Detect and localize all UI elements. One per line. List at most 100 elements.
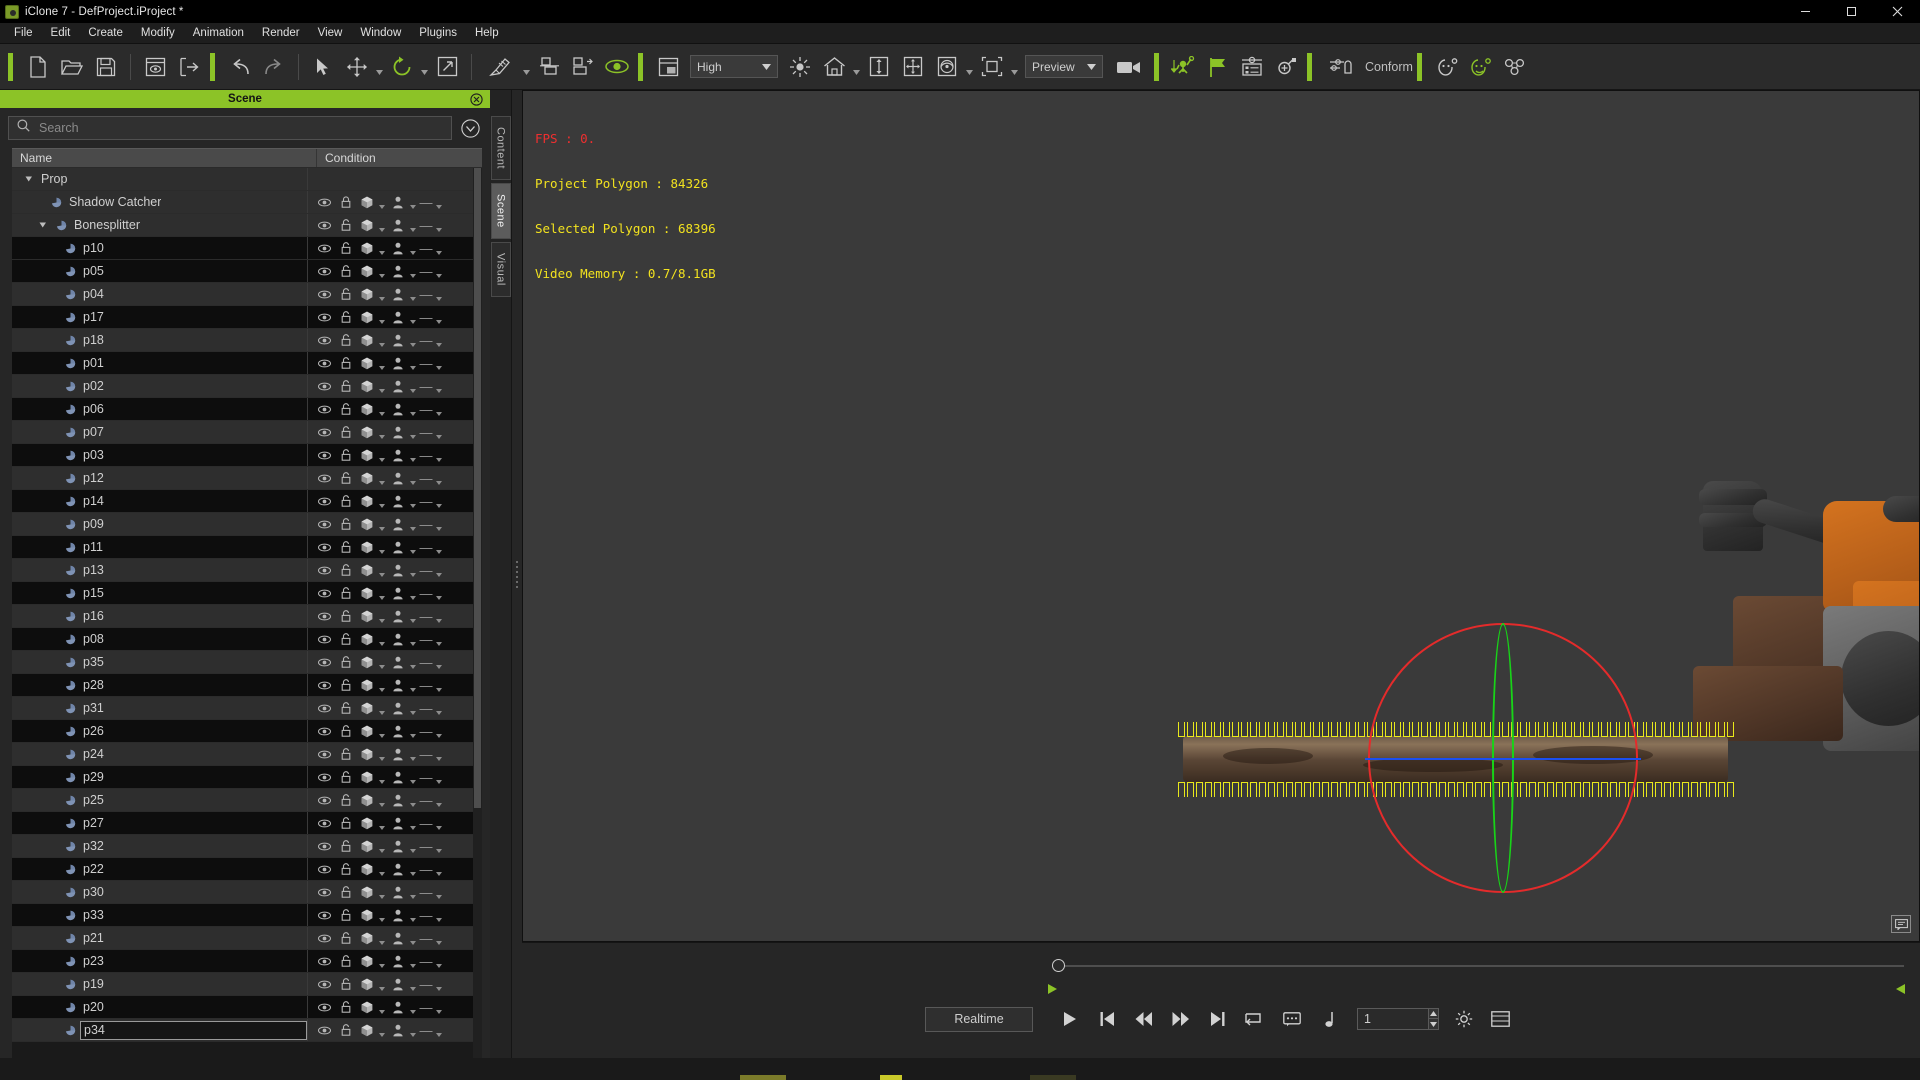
row-shadow-person-icon[interactable] — [387, 376, 408, 396]
sun-light-icon[interactable] — [783, 48, 817, 86]
menu-animation[interactable]: Animation — [184, 23, 253, 43]
save-floppy-icon[interactable] — [89, 48, 123, 86]
row-mesh-cube-icon[interactable] — [356, 629, 377, 649]
tree-row[interactable]: p15 — — [12, 582, 473, 605]
row-empty-dash[interactable]: — — [418, 333, 434, 348]
row-mesh-chevron-down-icon[interactable] — [377, 1020, 387, 1040]
row-shadow-person-icon[interactable] — [387, 675, 408, 695]
row-mesh-chevron-down-icon[interactable] — [377, 537, 387, 557]
row-extra-chevron-down-icon[interactable] — [434, 790, 444, 810]
tree-row-name-cell[interactable]: p06 — [12, 398, 308, 420]
row-shadow-chevron-down-icon[interactable] — [408, 744, 418, 764]
row-lock-open-icon[interactable] — [335, 238, 356, 258]
move-icon[interactable] — [340, 48, 374, 86]
row-shadow-person-icon[interactable] — [387, 721, 408, 741]
tree-row-name-cell[interactable]: p10 — [12, 237, 308, 259]
row-extra-chevron-down-icon[interactable] — [434, 583, 444, 603]
viewport-note-icon[interactable] — [1891, 915, 1911, 933]
row-mesh-chevron-down-icon[interactable] — [377, 307, 387, 327]
preferences-gear-icon[interactable] — [1447, 1005, 1480, 1033]
tree-row[interactable]: p19 — — [12, 973, 473, 996]
row-extra-chevron-down-icon[interactable] — [434, 606, 444, 626]
row-empty-dash[interactable]: — — [418, 425, 434, 440]
tree-row-name-cell[interactable]: Prop — [12, 168, 308, 190]
row-visibility-eye-icon[interactable] — [314, 330, 335, 350]
tree-row-name-cell[interactable]: p29 — [12, 766, 308, 788]
row-mesh-cube-icon[interactable] — [356, 399, 377, 419]
tree-row-name-cell[interactable]: p09 — [12, 513, 308, 535]
row-mesh-cube-icon[interactable] — [356, 813, 377, 833]
row-mesh-cube-icon[interactable] — [356, 951, 377, 971]
align-bottom-icon[interactable] — [532, 48, 566, 86]
tree-row[interactable]: p10 — — [12, 237, 473, 260]
row-empty-dash[interactable]: — — [418, 471, 434, 486]
menu-window[interactable]: Window — [351, 23, 410, 43]
row-visibility-eye-icon[interactable] — [314, 928, 335, 948]
row-mesh-chevron-down-icon[interactable] — [377, 284, 387, 304]
row-shadow-person-icon[interactable] — [387, 537, 408, 557]
search-box[interactable] — [8, 116, 452, 140]
row-visibility-eye-icon[interactable] — [314, 974, 335, 994]
row-shadow-person-icon[interactable] — [387, 192, 408, 212]
tree-row-name-cell[interactable]: p26 — [12, 720, 308, 742]
bbox-options-chevron-down-icon[interactable] — [1009, 48, 1020, 86]
row-visibility-eye-icon[interactable] — [314, 399, 335, 419]
row-shadow-person-icon[interactable] — [387, 606, 408, 626]
row-extra-chevron-down-icon[interactable] — [434, 767, 444, 787]
row-extra-chevron-down-icon[interactable] — [434, 951, 444, 971]
column-header-condition[interactable]: Condition — [317, 149, 482, 167]
row-shadow-person-icon[interactable] — [387, 698, 408, 718]
row-shadow-chevron-down-icon[interactable] — [408, 652, 418, 672]
caret-down-icon[interactable] — [1429, 1019, 1438, 1029]
row-shadow-person-icon[interactable] — [387, 399, 408, 419]
play-icon[interactable] — [1053, 1005, 1086, 1033]
tree-row[interactable]: p08 — — [12, 628, 473, 651]
row-extra-chevron-down-icon[interactable] — [434, 537, 444, 557]
row-shadow-chevron-down-icon[interactable] — [408, 1020, 418, 1040]
row-lock-open-icon[interactable] — [335, 629, 356, 649]
tree-row[interactable]: p18 — — [12, 329, 473, 352]
row-empty-dash[interactable]: — — [418, 1000, 434, 1015]
row-shadow-person-icon[interactable] — [387, 744, 408, 764]
tree-row-name-cell[interactable]: p28 — [12, 674, 308, 696]
tree-row-name-cell[interactable]: p07 — [12, 421, 308, 443]
row-extra-chevron-down-icon[interactable] — [434, 468, 444, 488]
row-empty-dash[interactable]: — — [418, 310, 434, 325]
row-mesh-cube-icon[interactable] — [356, 882, 377, 902]
tree-row[interactable]: p29 — — [12, 766, 473, 789]
row-visibility-eye-icon[interactable] — [314, 951, 335, 971]
row-shadow-chevron-down-icon[interactable] — [408, 537, 418, 557]
row-mesh-chevron-down-icon[interactable] — [377, 675, 387, 695]
row-visibility-eye-icon[interactable] — [314, 238, 335, 258]
row-empty-dash[interactable]: — — [418, 747, 434, 762]
row-visibility-eye-icon[interactable] — [314, 698, 335, 718]
row-mesh-chevron-down-icon[interactable] — [377, 698, 387, 718]
tree-row[interactable]: p05 — — [12, 260, 473, 283]
row-mesh-cube-icon[interactable] — [356, 744, 377, 764]
tree-row-name-cell[interactable]: p20 — [12, 996, 308, 1018]
tree-row-name-cell[interactable]: p34 — [12, 1019, 308, 1041]
row-shadow-person-icon[interactable] — [387, 905, 408, 925]
row-mesh-chevron-down-icon[interactable] — [377, 192, 387, 212]
new-project-icon[interactable] — [21, 48, 55, 86]
row-mesh-cube-icon[interactable] — [356, 974, 377, 994]
row-shadow-chevron-down-icon[interactable] — [408, 330, 418, 350]
row-shadow-person-icon[interactable] — [387, 353, 408, 373]
row-mesh-cube-icon[interactable] — [356, 284, 377, 304]
chevron-down-circle-icon[interactable] — [458, 116, 482, 140]
row-lock-open-icon[interactable] — [335, 514, 356, 534]
tree-row[interactable]: p27 — — [12, 812, 473, 835]
row-shadow-person-icon[interactable] — [387, 238, 408, 258]
row-mesh-chevron-down-icon[interactable] — [377, 560, 387, 580]
tree-row[interactable]: p06 — — [12, 398, 473, 421]
row-visibility-eye-icon[interactable] — [314, 192, 335, 212]
row-mesh-cube-icon[interactable] — [356, 928, 377, 948]
tree-row-name-cell[interactable]: p11 — [12, 536, 308, 558]
row-shadow-chevron-down-icon[interactable] — [408, 445, 418, 465]
tree-row-name-cell[interactable]: p17 — [12, 306, 308, 328]
row-mesh-chevron-down-icon[interactable] — [377, 836, 387, 856]
pivot-options-chevron-down-icon[interactable] — [521, 48, 532, 86]
ground-height-icon[interactable] — [862, 48, 896, 86]
row-lock-open-icon[interactable] — [335, 307, 356, 327]
row-shadow-chevron-down-icon[interactable] — [408, 790, 418, 810]
